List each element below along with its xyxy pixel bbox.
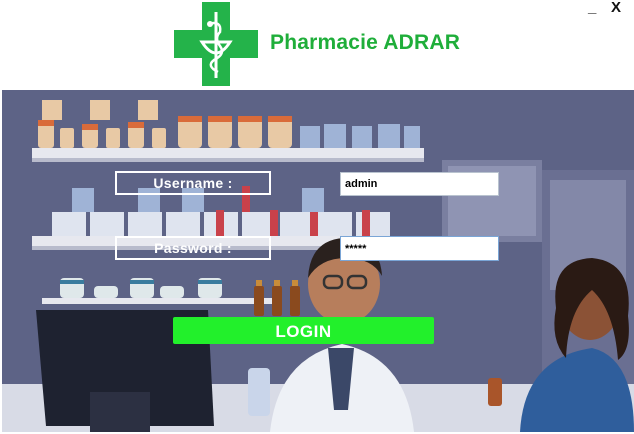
- username-label: Username :: [115, 171, 271, 195]
- close-button[interactable]: X: [611, 0, 621, 18]
- login-button[interactable]: LOGIN: [173, 317, 434, 344]
- username-input[interactable]: [340, 172, 499, 196]
- password-input[interactable]: [340, 236, 499, 261]
- password-label: Password :: [115, 236, 271, 260]
- minimize-button[interactable]: _: [588, 0, 596, 18]
- pharmacy-cross-icon: [174, 2, 258, 86]
- pharmacy-background-image: [2, 90, 634, 432]
- login-window: _ X Pharmacie ADRAR Username: admin Pas…: [0, 0, 634, 434]
- brand-name: Pharmacie ADRAR: [270, 31, 461, 54]
